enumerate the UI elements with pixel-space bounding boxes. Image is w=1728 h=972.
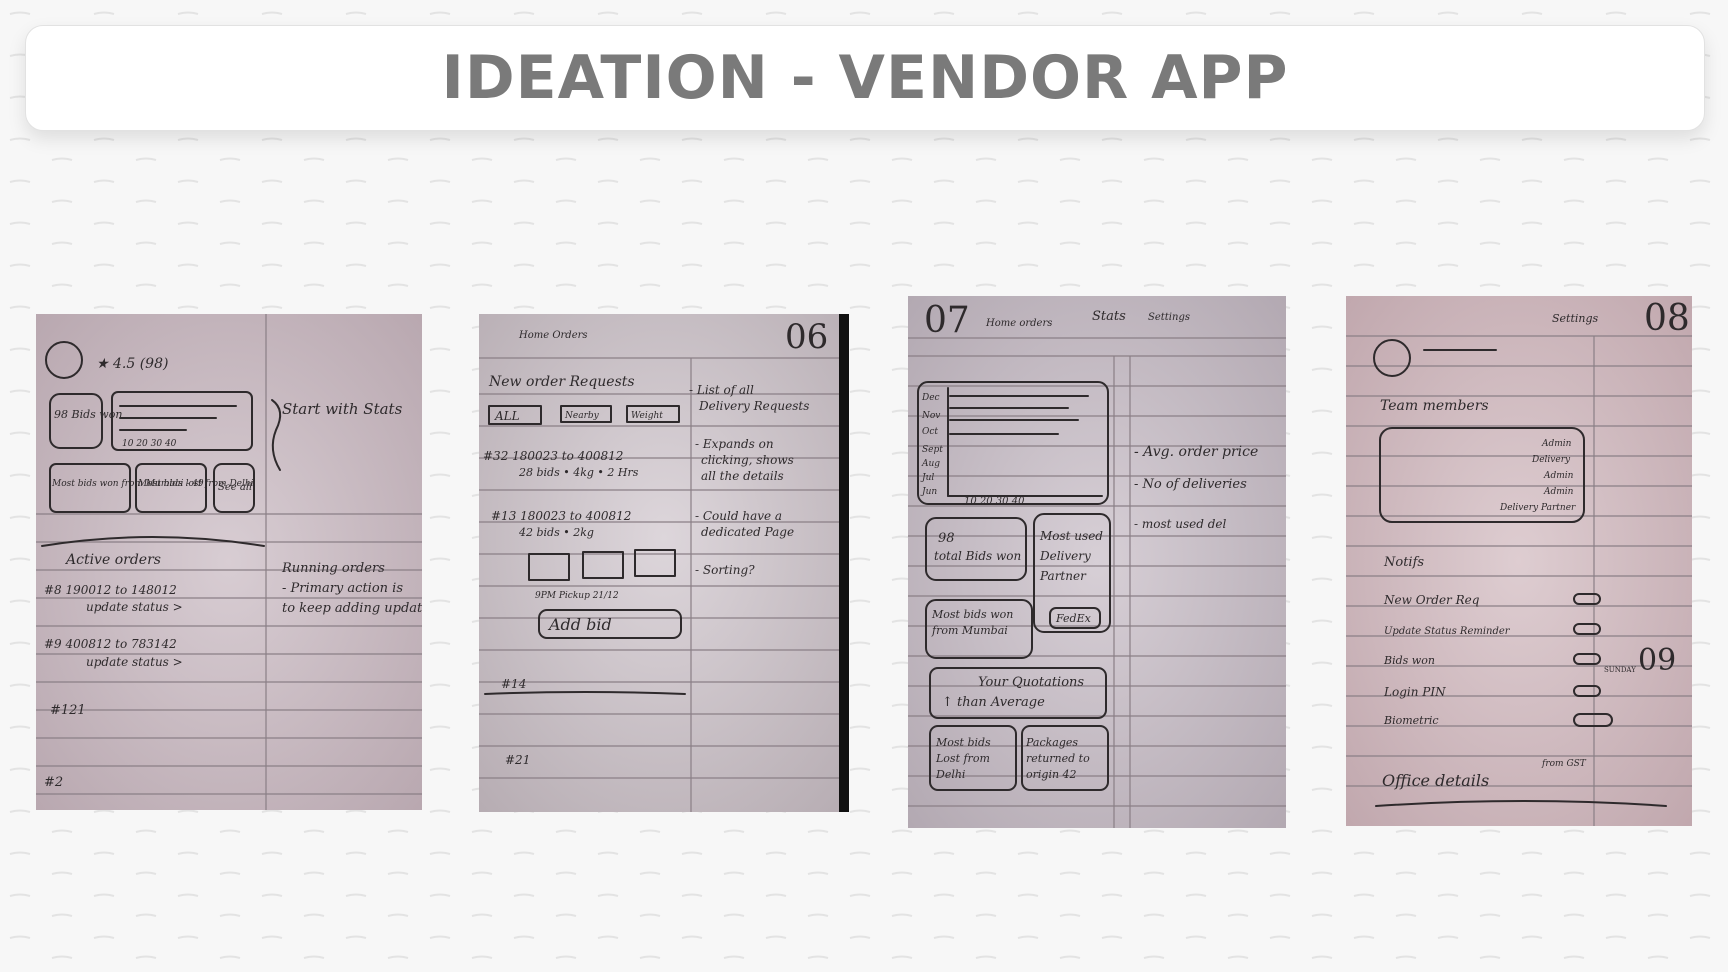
sketch-photo-stats-screen: 07 Home orders Stats Settings Dec Nov Oc… xyxy=(908,296,1286,828)
sketch-photo-settings-screen: Settings 08 Team members Admin Delivery … xyxy=(1346,296,1692,826)
sketch-photo-orders-screen: Home Orders 06 New order Requests ALL Ne… xyxy=(479,314,849,812)
page-title: IDEATION - VENDOR APP xyxy=(441,43,1289,113)
sketch-photo-home-screen: ★ 4.5 (98) 98 Bids won 10 20 30 40 Start… xyxy=(36,314,422,810)
header-card: IDEATION - VENDOR APP xyxy=(25,25,1705,131)
